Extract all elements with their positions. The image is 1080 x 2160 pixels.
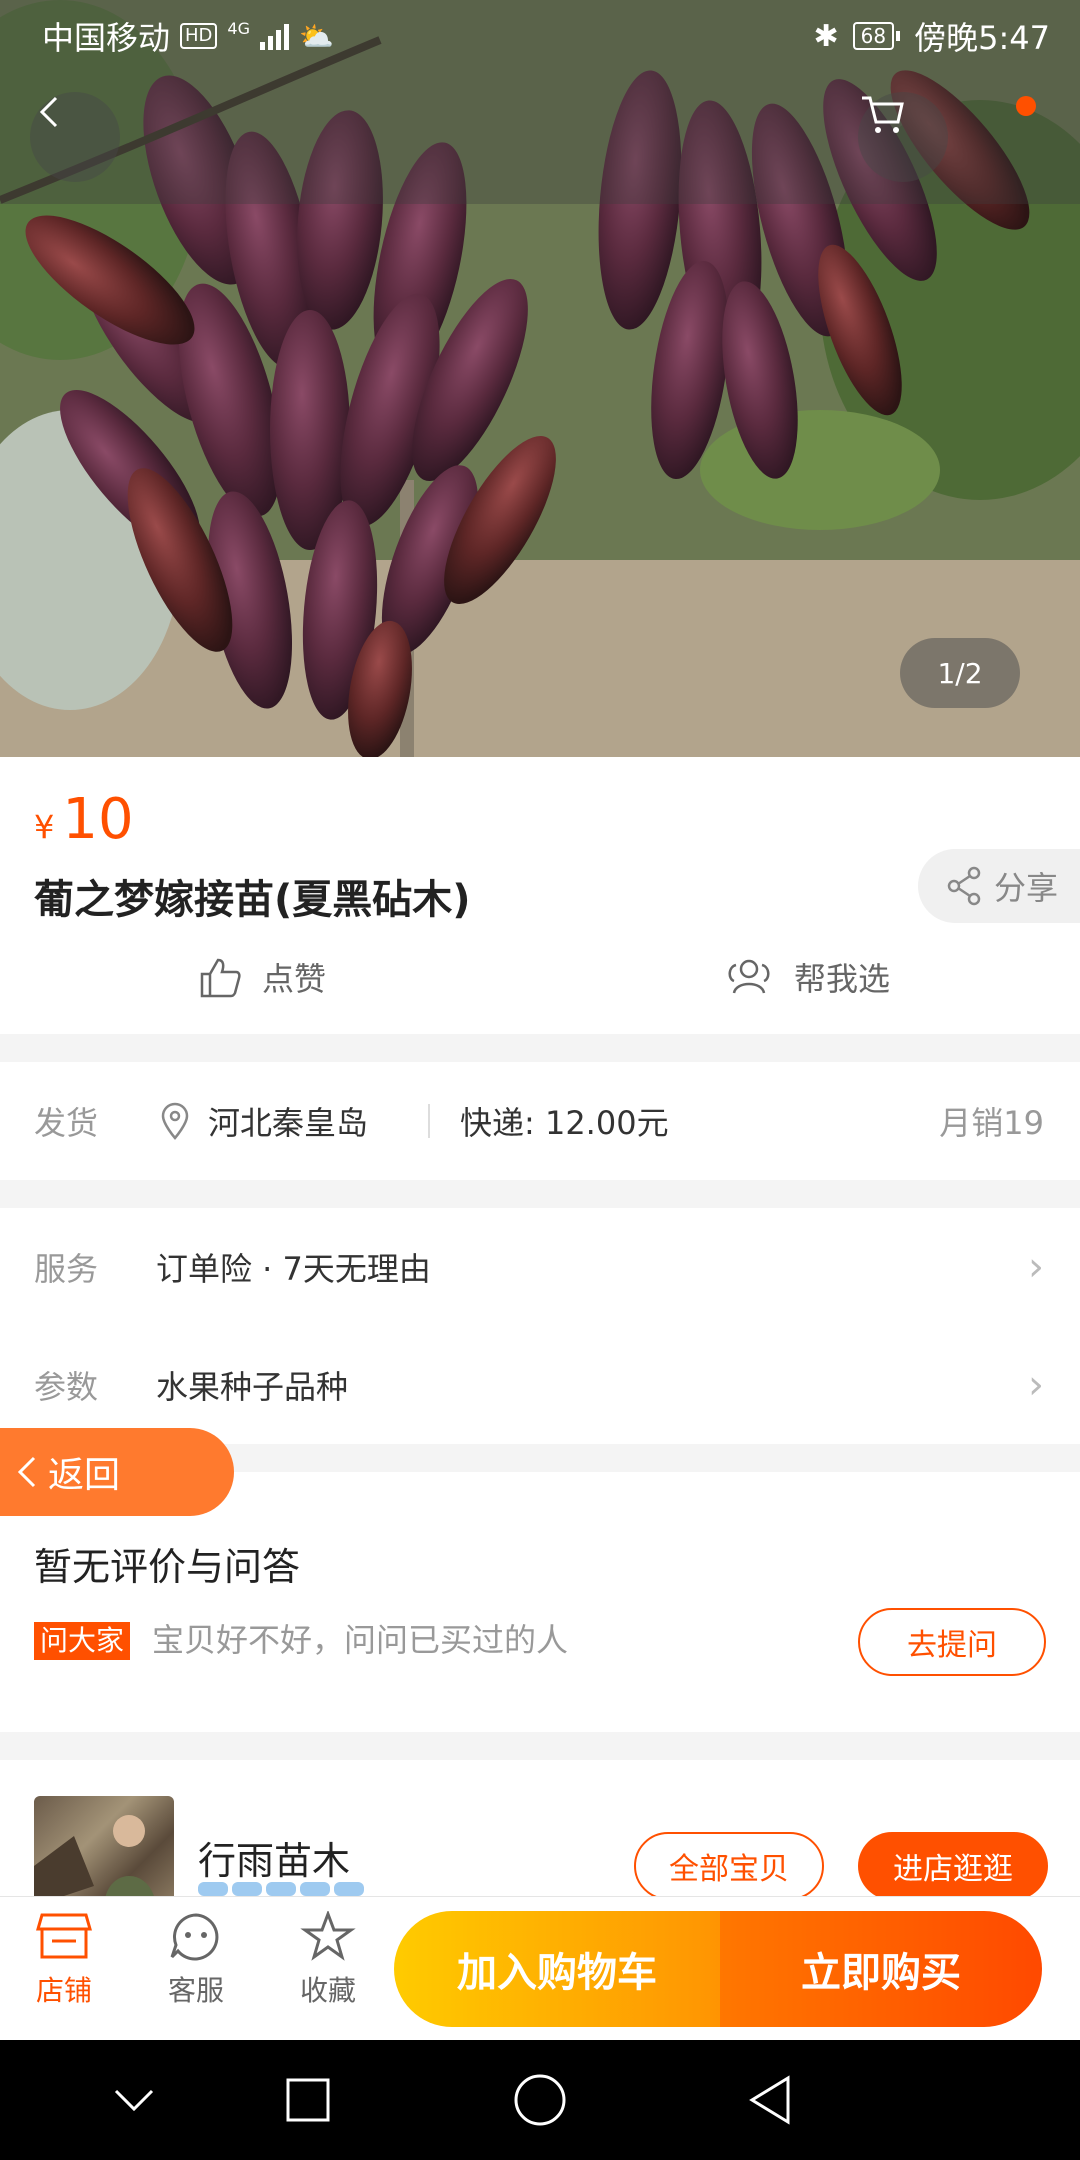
service-value: 订单险 · 7天无理由 [156,1250,431,1288]
star-icon [300,1911,356,1961]
nav-back-button[interactable] [740,2070,800,2130]
product-info-card: ¥ 10 葡之梦嫁接苗(夏黑砧木) 分享 点赞 帮我选 [0,757,1080,1034]
currency-symbol: ¥ [34,808,55,846]
return-label: 返回 [48,1455,121,1496]
cart-icon [862,96,904,133]
chevron-right-icon: › [1028,1244,1044,1290]
monthly-sales: 月销19 [939,1104,1044,1142]
top-nav-bar [0,72,1080,204]
image-counter: 1/2 [900,638,1020,708]
like-button[interactable]: 点赞 [198,947,326,1007]
shipping-location: 河北秦皇岛 [208,1104,369,1142]
status-bar: 中国移动 HD 4G ⛅ ✱ 68 傍晚5:47 [0,0,1080,72]
like-label: 点赞 [262,960,327,998]
params-value: 水果种子品种 [156,1368,349,1406]
divider [428,1104,430,1138]
shop-avatar[interactable] [34,1796,174,1896]
share-button[interactable]: 分享 [918,849,1080,923]
product-price: ¥ 10 [34,787,134,852]
help-me-choose-button[interactable]: 帮我选 [724,947,890,1007]
ask-hint: 宝贝好不好，问问已买过的人 [152,1621,569,1659]
shipping-fee: 快递: 12.00元 [460,1104,669,1142]
thumbs-up-icon [200,958,241,998]
battery-level: 68 [852,22,895,50]
chevron-left-icon [17,1456,36,1488]
hd-badge: HD [180,23,218,49]
shop-tab-label: 店铺 [35,1974,92,2007]
all-items-button[interactable]: 全部宝贝 [634,1832,824,1896]
shop-rating-badges [198,1882,364,1896]
store-icon [36,1913,92,1959]
enter-shop-button[interactable]: 进店逛逛 [858,1832,1048,1896]
battery-icon: 68 [852,22,901,50]
favorite-tab-label: 收藏 [299,1974,356,2007]
price-value: 10 [62,787,134,852]
help-choose-label: 帮我选 [794,960,891,998]
nav-collapse-button[interactable] [104,2070,164,2130]
add-to-cart-button[interactable]: 加入购物车 [394,1911,720,2027]
favorite-tab[interactable]: 收藏 [278,1911,378,2009]
service-section: 服务 订单险 · 7天无理由 › 参数 水果种子品种 › [0,1208,1080,1444]
weather-icon: ⛅ [299,19,334,53]
nav-recents-button[interactable] [278,2070,338,2130]
product-image-gallery[interactable]: 中国移动 HD 4G ⛅ ✱ 68 傍晚5:47 1/2 [0,0,1080,757]
service-row[interactable]: 服务 订单险 · 7天无理由 › [0,1208,1080,1326]
params-label: 参数 [34,1368,99,1406]
ask-everyone-tag: 问大家 [34,1622,131,1660]
share-label: 分享 [994,869,1059,907]
nav-back-icon [749,2075,790,2125]
shop-card: 行雨苗木 全部宝贝 进店逛逛 [0,1760,1080,1896]
reviews-title: 暂无评价与问答 [34,1545,301,1589]
clock: 傍晚5:47 [914,19,1050,57]
bluetooth-icon: ✱ [813,18,839,54]
back-arrow-icon [39,96,58,128]
shop-name[interactable]: 行雨苗木 [198,1830,350,1885]
service-label: 服务 [34,1250,99,1288]
location-pin-icon [161,1102,189,1140]
signal-icon [260,22,289,50]
shipping-origin: 河北秦皇岛 [160,1098,368,1144]
service-tab-label: 客服 [167,1974,224,2007]
system-navigation-bar [0,2040,1080,2160]
share-icon [947,866,981,906]
product-title: 葡之梦嫁接苗(夏黑砧木) [34,877,471,923]
buy-now-button[interactable]: 立即购买 [720,1911,1042,2027]
shop-tab[interactable]: 店铺 [14,1911,114,2009]
notification-dot[interactable] [1016,96,1036,116]
shop-avatar-image [34,1815,154,1896]
nav-home-icon [514,2074,566,2126]
cart-button[interactable] [858,92,948,182]
nav-recents-icon [286,2078,330,2122]
bottom-action-bar: 店铺 客服 收藏 加入购物车 立即购买 [0,1896,1080,2040]
floating-return-button[interactable]: 返回 [0,1428,234,1516]
customer-service-tab[interactable]: 客服 [146,1911,246,2009]
carrier-name: 中国移动 [42,19,171,57]
params-row[interactable]: 参数 水果种子品种 › [0,1326,1080,1444]
network-type: 4G [227,19,250,38]
shipping-row[interactable]: 发货 河北秦皇岛 快递: 12.00元 月销19 [0,1062,1080,1180]
customer-service-icon [170,1913,219,1961]
ask-question-button[interactable]: 去提问 [858,1608,1046,1676]
back-button[interactable] [30,92,120,182]
people-icon [728,959,770,994]
nav-collapse-icon [114,2089,154,2112]
chevron-right-icon: › [1028,1362,1044,1408]
shipping-label: 发货 [34,1104,99,1142]
nav-home-button[interactable] [510,2070,570,2130]
